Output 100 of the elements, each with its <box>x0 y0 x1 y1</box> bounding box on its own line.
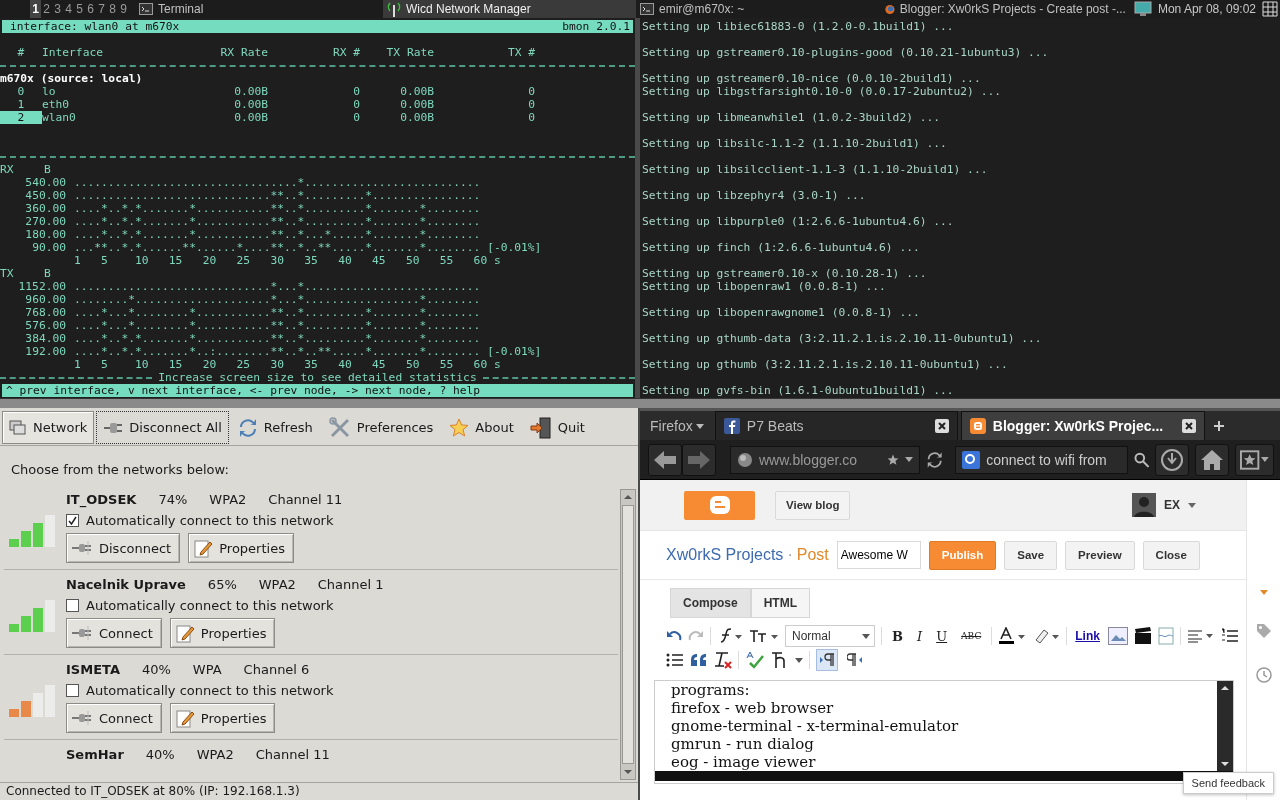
connect-button[interactable]: Disconnect <box>66 533 181 563</box>
network-name: Nacelnik Uprave <box>66 576 186 592</box>
quote-icon[interactable] <box>690 653 708 667</box>
workspace-button[interactable]: 3 <box>52 0 63 18</box>
link-button[interactable]: Link <box>1073 629 1102 643</box>
format-button[interactable]: I <box>913 628 927 644</box>
terminal-line: Setting up gstreamer0.10-x (0.10.28-1) ... <box>642 267 928 280</box>
workspace-button[interactable]: 9 <box>118 0 129 18</box>
toolbar-button[interactable]: Disconnect All <box>96 411 229 444</box>
star-icon[interactable] <box>886 453 899 466</box>
table-cell-text: 0 <box>352 111 360 124</box>
format-button[interactable]: ABC <box>957 631 986 641</box>
vertical-scrollbar[interactable] <box>1217 681 1233 771</box>
spellcheck-icon[interactable] <box>745 651 765 669</box>
close-icon[interactable] <box>934 419 949 433</box>
ascii-graph-row: ....*...*........*...........**..*.........*.......*........ <box>74 319 481 332</box>
taskbar-task[interactable]: emir@m670x: ~ <box>636 0 881 18</box>
mode-tab[interactable]: Compose <box>670 588 751 618</box>
blog-title[interactable]: Xw0rkS Projects <box>666 546 784 564</box>
downloads-button[interactable] <box>1155 443 1190 476</box>
toolbar-button[interactable]: Network <box>2 411 95 444</box>
notice-text: Increase screen size to see detailed statistics <box>158 371 477 384</box>
address-field[interactable]: www.blogger.co <box>730 445 920 474</box>
text-direction-button[interactable] <box>816 649 838 671</box>
send-feedback-toast[interactable]: Send feedback <box>1182 772 1274 794</box>
connect-button[interactable]: Connect <box>66 703 162 733</box>
terminal-line: Setting up libsilc-1.1-2 (1.1.10-2build1) ... <box>642 137 948 150</box>
workspace-button[interactable]: 5 <box>74 0 85 18</box>
search-field[interactable]: connect to wifi from <box>955 445 1128 474</box>
text-color-icon[interactable] <box>998 627 1027 645</box>
social-site-icon <box>723 418 740 434</box>
graph-unit: B <box>44 267 52 280</box>
section-title: Post <box>796 546 829 564</box>
taskbar-task[interactable]: Wicd Network Manager <box>383 0 636 18</box>
view-blog-button[interactable]: View blog <box>775 490 851 520</box>
workspace-button[interactable]: 6 <box>85 0 96 18</box>
horizontal-scrollbar[interactable] <box>655 771 1233 781</box>
right-to-left-icon <box>847 653 863 667</box>
interface-index[interactable]: 0 <box>0 85 42 98</box>
text-size-icon[interactable] <box>749 628 779 644</box>
taskbar-task[interactable]: Blogger: Xw0rkS Projects - Create post -... <box>881 0 1130 18</box>
numbered-list-icon[interactable] <box>1220 628 1239 644</box>
bookmarks-button[interactable] <box>1235 443 1274 476</box>
interface-index[interactable]: 2 <box>0 111 42 124</box>
checkbox[interactable] <box>66 683 79 697</box>
home-icon <box>1200 448 1225 471</box>
checkbox[interactable] <box>66 513 79 527</box>
workspace-button[interactable]: 2 <box>41 0 52 18</box>
clock-icon[interactable] <box>1255 667 1272 683</box>
monitor-icon[interactable] <box>1133 1 1152 17</box>
firefox-menu-button[interactable]: Firefox <box>642 412 712 440</box>
reload-icon[interactable] <box>925 450 944 469</box>
toolbar-button[interactable]: Refresh <box>230 411 320 444</box>
checkbox-label: Automatically connect to this network <box>86 597 334 613</box>
graph-value: 960.00 <box>24 293 66 306</box>
version-label: bmon 2.0.1 <box>562 20 630 33</box>
back-button[interactable] <box>648 443 682 476</box>
forward-button[interactable] <box>682 443 716 476</box>
browser-tab[interactable]: P7 Beats <box>714 411 958 440</box>
source-label: m670x (source: local) <box>0 72 144 85</box>
user-name[interactable]: EX <box>1164 498 1180 512</box>
ascii-graph-row: ....*..*.*.......*...........**..*...*.....*.......*........ <box>74 228 481 241</box>
home-button[interactable] <box>1195 443 1230 476</box>
format-button[interactable]: U <box>932 628 952 644</box>
interface-index[interactable]: 1 <box>0 98 42 111</box>
pencil-note-icon <box>193 538 214 558</box>
taskbar-task[interactable]: Terminal <box>135 0 383 18</box>
image-icon[interactable] <box>1107 627 1128 645</box>
editor-action-button[interactable]: Preview <box>1065 540 1135 570</box>
editor-action-button[interactable]: Save <box>1004 540 1058 570</box>
toolbar-button[interactable]: Preferences <box>321 411 441 444</box>
clock: Mon Apr 08, 09:02 <box>1157 2 1256 16</box>
clear-formatting-icon[interactable] <box>714 651 732 669</box>
properties-button[interactable]: Properties <box>188 533 294 563</box>
checkbox[interactable] <box>66 598 79 612</box>
properties-button[interactable]: Properties <box>169 618 276 648</box>
browser-tab[interactable]: Blogger: Xw0rkS Projec... <box>960 411 1205 440</box>
post-title-field[interactable]: Awesome W <box>836 541 921 569</box>
grid-icon[interactable] <box>1262 1 1278 17</box>
interface-name: wlan0 <box>42 111 77 124</box>
film-clapper-icon[interactable] <box>1133 627 1152 645</box>
connect-button[interactable]: Connect <box>66 618 162 648</box>
properties-button[interactable]: Properties <box>169 703 276 733</box>
workspace-button[interactable]: 7 <box>96 0 107 18</box>
mode-tab[interactable]: HTML <box>750 588 810 618</box>
format-select[interactable]: Normal <box>785 625 875 647</box>
workspace-button[interactable]: 1 <box>30 0 41 18</box>
editor-action-button[interactable]: Close <box>1142 540 1200 570</box>
toolbar-button[interactable]: About <box>442 411 521 444</box>
workspace-button[interactable]: 8 <box>107 0 118 18</box>
graph-value: 450.00 <box>24 189 66 202</box>
search-icon[interactable] <box>1133 451 1150 468</box>
forward-arrow-icon <box>687 449 711 470</box>
undo-icon[interactable] <box>666 629 682 643</box>
close-icon[interactable] <box>1181 419 1196 433</box>
workspace-button[interactable]: 4 <box>63 0 74 18</box>
toolbar-button[interactable]: Quit <box>522 411 592 444</box>
format-button[interactable]: B <box>888 628 907 644</box>
bullet-list-icon[interactable] <box>666 652 684 668</box>
align-icon[interactable] <box>1186 629 1215 643</box>
